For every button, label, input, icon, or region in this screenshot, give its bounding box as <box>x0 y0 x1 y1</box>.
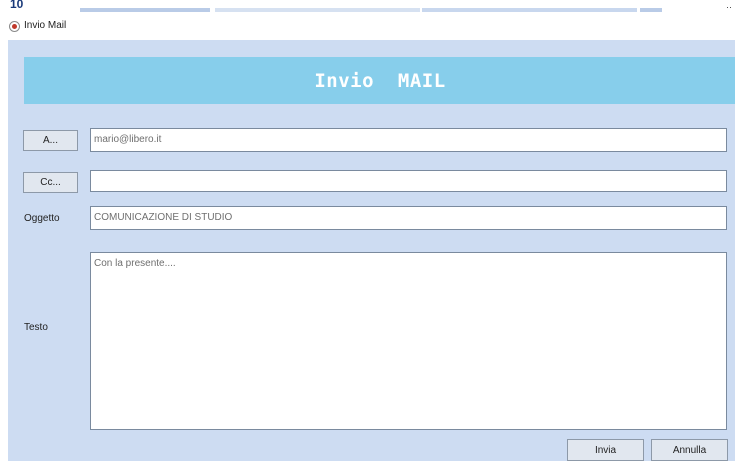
body-textarea-value: Con la presente.... <box>94 258 176 269</box>
background-window-bar <box>215 8 420 12</box>
cancel-button[interactable]: Annulla <box>651 439 728 461</box>
background-window-corner-mark: ·· <box>726 2 732 12</box>
screen: 10 ·· Invio Mail Invio MAIL A... mario@l… <box>0 0 735 461</box>
background-window-bar <box>422 8 637 12</box>
background-window-bar <box>640 8 662 12</box>
subject-label: Oggetto <box>24 213 60 224</box>
background-window-number: 10 <box>10 0 24 11</box>
send-button-label: Invia <box>594 444 617 456</box>
body-label: Testo <box>24 322 48 333</box>
to-recipients-button-label: A... <box>42 135 58 146</box>
header-banner: Invio MAIL <box>24 57 735 104</box>
window-titlebar[interactable]: Invio Mail <box>0 14 735 40</box>
page-title: Invio MAIL <box>314 69 446 92</box>
to-recipients-button[interactable]: A... <box>23 130 78 151</box>
background-window-bar <box>80 8 210 12</box>
cancel-button-label: Annulla <box>672 444 707 456</box>
cc-field[interactable] <box>90 170 727 192</box>
subject-field-value: COMUNICAZIONE DI STUDIO <box>94 212 233 223</box>
cc-recipients-button-label: Cc... <box>40 177 61 188</box>
body-textarea[interactable]: Con la presente.... <box>90 252 727 430</box>
app-icon <box>9 21 20 32</box>
mail-form-window: Invio MAIL A... mario@libero.it Cc... Og… <box>8 40 735 461</box>
to-field[interactable]: mario@libero.it <box>90 128 727 152</box>
window-title: Invio Mail <box>24 20 67 31</box>
cc-recipients-button[interactable]: Cc... <box>23 172 78 193</box>
background-window-strip: 10 ·· <box>0 0 735 14</box>
to-field-value: mario@libero.it <box>94 134 162 145</box>
send-button[interactable]: Invia <box>567 439 644 461</box>
subject-field[interactable]: COMUNICAZIONE DI STUDIO <box>90 206 727 230</box>
